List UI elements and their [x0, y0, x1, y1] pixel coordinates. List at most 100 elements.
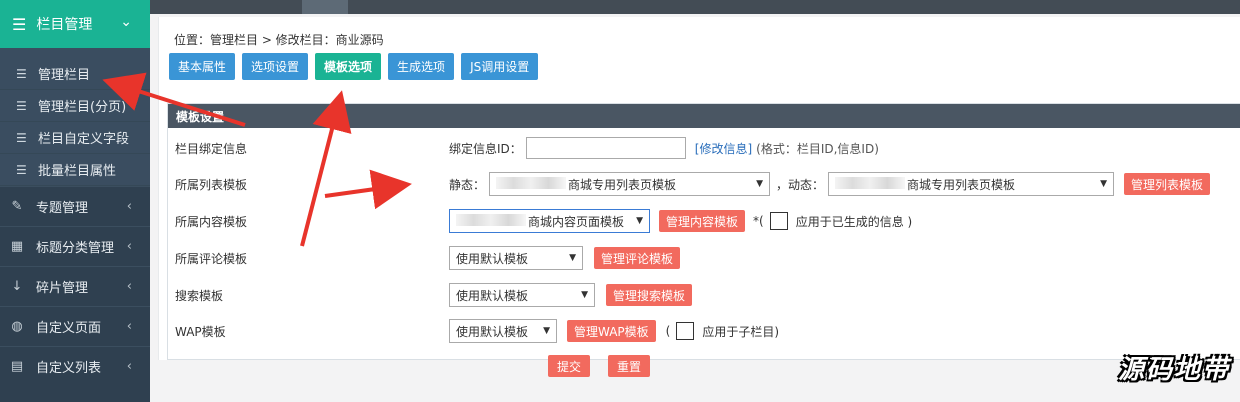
manage-search-template-button[interactable]: 管理搜索模板	[606, 284, 693, 306]
dynamic-label: ，动态：	[776, 177, 825, 192]
row-search-template: 搜索模板 使用默认模板 ▼ 管理搜索模板	[168, 277, 1240, 313]
dropdown-arrow-icon: ▼	[581, 290, 588, 300]
edit-icon: ✎	[11, 199, 23, 214]
tab-js-call-settings[interactable]: JS调用设置	[461, 53, 539, 80]
sidebar-item-label: 栏目自定义字段	[38, 132, 130, 147]
comment-template-select[interactable]: 使用默认模板 ▼	[449, 246, 583, 270]
chevron-left-icon: ‹	[126, 279, 132, 294]
select-value: 使用默认模板	[456, 288, 529, 303]
reset-button[interactable]: 重置	[608, 355, 651, 377]
chevron-left-icon: ‹	[126, 359, 132, 374]
breadcrumb: 位置：管理栏目 > 修改栏目：商业源码	[174, 33, 384, 47]
sidebar-item-custom-fields[interactable]: ☰ 栏目自定义字段	[0, 122, 150, 154]
apply-generated-checkbox[interactable]	[769, 212, 788, 230]
wap-template-select[interactable]: 使用默认模板 ▼	[449, 319, 557, 343]
static-label: 静态：	[449, 177, 486, 192]
sidebar-header-column-management[interactable]: ☰ 栏目管理 ⌄	[0, 0, 158, 48]
row-comment-template: 所属评论模板 使用默认模板 ▼ 管理评论模板	[168, 240, 1240, 276]
bind-id-label: 绑定信息ID：	[449, 141, 522, 156]
sidebar: ☰ 栏目管理 ⌄ ☰ 管理栏目 ☰ 管理栏目(分页) ☰ 栏目自定义字段 ☰ 批量栏目属…	[0, 0, 158, 402]
menu-icon: ☰	[12, 14, 27, 34]
tab-generate-options[interactable]: 生成选项	[388, 53, 455, 80]
sidebar-item-manage-columns[interactable]: ☰ 管理栏目	[0, 58, 150, 90]
sidebar-group-label: 自定义页面	[36, 321, 102, 336]
dropdown-arrow-icon: ▼	[569, 253, 576, 263]
select-value: 商城专用列表页模板	[907, 177, 1016, 192]
row-wap-template: WAP模板 使用默认模板 ▼ 管理WAP模板 ( 应用于子栏目)	[168, 313, 1240, 349]
row-content-template: 所属内容模板 商城内容页面模板 ▼ 管理内容模板 *( 应用于已生成的信息 )	[168, 203, 1240, 239]
sidebar-group-custom-pages[interactable]: ◍ 自定义页面 ‹	[0, 306, 150, 346]
manage-wap-template-button[interactable]: 管理WAP模板	[567, 320, 656, 342]
sidebar-item-manage-columns-paged[interactable]: ☰ 管理栏目(分页)	[0, 90, 150, 122]
dropdown-arrow-icon: ▼	[636, 216, 643, 226]
apply-subcolumns-checkbox[interactable]	[676, 322, 695, 340]
table-icon: ▤	[10, 359, 24, 374]
sidebar-group-fragments[interactable]: ↓ 碎片管理 ‹	[0, 266, 150, 306]
sidebar-group-title-categories[interactable]: ▦ 标题分类管理 ‹	[0, 226, 150, 266]
list-icon: ☰	[16, 98, 27, 113]
bind-id-input[interactable]	[525, 137, 686, 159]
select-value: 使用默认模板	[456, 324, 529, 339]
tab-template-options[interactable]: 模板选项	[315, 53, 382, 80]
tab-bar: 基本属性 选项设置 模板选项 生成选项 JS调用设置	[169, 53, 539, 80]
row-bind-info: 栏目绑定信息 绑定信息ID： [修改信息] (格式：栏目ID,信息ID)	[168, 130, 1240, 166]
chevron-left-icon: ‹	[126, 319, 132, 334]
blurred-text	[456, 213, 526, 226]
apply-generated-label: 应用于已生成的信息 )	[795, 214, 913, 229]
sidebar-group-label: 专题管理	[36, 201, 89, 216]
chevron-left-icon: ‹	[126, 239, 132, 254]
dropdown-arrow-icon: ▼	[756, 179, 764, 189]
list-icon: ☰	[16, 66, 27, 81]
row-label: 所属内容模板	[175, 214, 248, 229]
row-label: 栏目绑定信息	[175, 141, 248, 156]
dynamic-list-template-select[interactable]: 商城专用列表页模板 ▼	[828, 172, 1115, 196]
content-prefix: *(	[753, 214, 764, 228]
chevron-left-icon: ‹	[126, 199, 132, 214]
manage-content-template-button[interactable]: 管理内容模板	[659, 210, 746, 232]
grid-icon: ▦	[10, 239, 24, 254]
sidebar-group-label: 碎片管理	[36, 281, 89, 296]
select-value: 商城内容页面模板	[528, 214, 625, 229]
sidebar-group-topics[interactable]: ✎ 专题管理 ‹	[0, 186, 150, 226]
blurred-text	[496, 176, 567, 189]
sidebar-item-label: 管理栏目	[38, 68, 91, 83]
top-bar	[150, 0, 1240, 14]
form-actions: 提交 重置	[548, 355, 651, 377]
sidebar-item-label: 管理栏目(分页)	[38, 100, 127, 115]
select-value: 使用默认模板	[456, 251, 529, 266]
search-template-select[interactable]: 使用默认模板 ▼	[449, 283, 595, 307]
wap-prefix: (	[665, 324, 671, 338]
manage-list-template-button[interactable]: 管理列表模板	[1124, 173, 1211, 195]
sidebar-item-batch-attributes[interactable]: ☰ 批量栏目属性	[0, 154, 150, 186]
row-label: WAP模板	[175, 324, 226, 339]
row-label: 所属列表模板	[175, 177, 248, 192]
content-template-select[interactable]: 商城内容页面模板 ▼	[449, 209, 650, 233]
compass-icon: ◍	[11, 319, 23, 334]
submit-button[interactable]: 提交	[548, 355, 591, 377]
main-content: 位置：管理栏目 > 修改栏目：商业源码 基本属性 选项设置 模板选项 生成选项 …	[150, 14, 1240, 402]
panel-title: 模板设置	[168, 104, 1240, 128]
row-list-template: 所属列表模板 静态： 商城专用列表页模板 ▼ ，动态： 商城专用列表页模板 ▼ …	[168, 166, 1240, 202]
modify-info-link[interactable]: [修改信息]	[695, 140, 752, 157]
blurred-text	[835, 176, 906, 189]
sidebar-header-label: 栏目管理	[36, 17, 93, 33]
manage-comment-template-button[interactable]: 管理评论模板	[594, 247, 681, 269]
template-settings-panel: 模板设置 栏目绑定信息 绑定信息ID： [修改信息] (格式：栏目ID,信息ID…	[167, 103, 1240, 360]
sidebar-group-label: 标题分类管理	[36, 241, 115, 256]
static-list-template-select[interactable]: 商城专用列表页模板 ▼	[489, 172, 771, 196]
watermark-logo: 源码地带	[1117, 355, 1230, 385]
tab-option-settings[interactable]: 选项设置	[242, 53, 309, 80]
chevron-down-icon: ⌄	[120, 14, 132, 30]
dropdown-arrow-icon: ▼	[1100, 179, 1108, 189]
dropdown-arrow-icon: ▼	[543, 326, 550, 336]
sidebar-group-custom-lists[interactable]: ▤ 自定义列表 ‹	[0, 346, 150, 386]
top-tab-indicator[interactable]	[302, 0, 348, 14]
edit-column-card: 位置：管理栏目 > 修改栏目：商业源码 基本属性 选项设置 模板选项 生成选项 …	[158, 17, 1240, 360]
sort-numeric-icon: ↓	[11, 279, 23, 294]
row-label: 搜索模板	[175, 288, 224, 303]
bind-format-hint: (格式：栏目ID,信息ID)	[756, 141, 879, 156]
list-icon: ☰	[16, 162, 27, 177]
tab-basic-properties[interactable]: 基本属性	[169, 53, 236, 80]
select-value: 商城专用列表页模板	[568, 177, 677, 192]
sidebar-group-label: 自定义列表	[36, 361, 102, 376]
